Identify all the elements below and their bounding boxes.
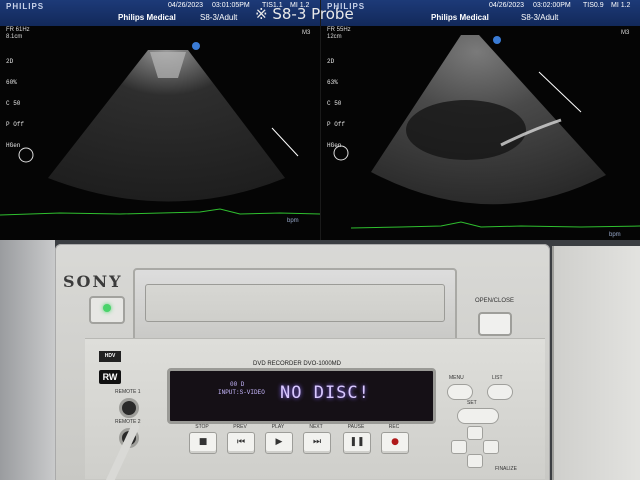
ecg-trace (350, 221, 640, 229)
play-label: PLAY (271, 424, 285, 430)
ultrasound-image-right (333, 35, 640, 229)
list-label: LIST (492, 375, 503, 381)
set-label: SET (467, 400, 477, 406)
ultrasound-screen-right: PHILIPS 04/26/2023 03:02:00PM TIS0.9 MI … (321, 0, 640, 240)
menu-label: MENU (449, 375, 464, 381)
dpad-up[interactable] (467, 426, 483, 440)
dpad-right[interactable] (483, 440, 499, 454)
prev-label: PREV (233, 424, 247, 430)
bpm-label: bpm (287, 218, 299, 224)
probe-orientation-icon (18, 147, 34, 163)
menu-button[interactable] (447, 384, 473, 400)
stop-button[interactable]: ■ (189, 432, 217, 454)
dpad-down[interactable] (467, 454, 483, 468)
record-icon: ● (391, 437, 399, 447)
set-button[interactable] (457, 408, 499, 424)
prev-icon: ⏮ (236, 437, 246, 447)
orientation-marker (192, 42, 200, 50)
ultrasound-image-left (0, 42, 320, 216)
stop-label: STOP (195, 424, 209, 430)
rec-label: REC (388, 424, 400, 430)
ultrasound-screen-left: PHILIPS 04/26/2023 03:01:05PM TIS1.1 MI … (0, 0, 320, 240)
power-led-icon (103, 304, 111, 312)
orientation-marker (493, 36, 501, 44)
probe-orientation-icon (333, 145, 349, 161)
dpad-left[interactable] (451, 440, 467, 454)
disc-tray-door (145, 284, 445, 322)
display-input: INPUT:S-VIDEO (218, 389, 265, 396)
bpm-label: bpm (609, 232, 621, 238)
finalize-label: FINALIZE (495, 466, 517, 472)
side-equipment (552, 246, 640, 480)
prev-button[interactable]: ⏮ (227, 432, 255, 454)
hdv-logo: HDV (99, 351, 121, 362)
list-button[interactable] (487, 384, 513, 400)
ecg-trace (0, 208, 320, 216)
remote1-jack[interactable] (119, 398, 139, 418)
sony-logo: SONY (63, 272, 123, 291)
next-icon: ⏭ (312, 437, 322, 447)
dvd-recorder-photo: SONY OPEN/CLOSE HDV RW REMOTE 1 REMOTE 2… (0, 240, 640, 480)
stop-icon: ■ (198, 437, 208, 447)
next-button[interactable]: ⏭ (303, 432, 331, 454)
rw-logo: RW (99, 370, 121, 384)
pause-label: PAUSE (347, 424, 365, 430)
rec-button[interactable]: ● (381, 432, 409, 454)
pause-button[interactable]: ❚❚ (343, 432, 371, 454)
play-button[interactable]: ▶ (265, 432, 293, 454)
display-counter: 00 D (230, 381, 245, 388)
open-close-button[interactable] (478, 312, 512, 336)
display-message: NO DISC! (280, 383, 370, 403)
play-icon: ▶ (275, 437, 283, 447)
remote1-label: REMOTE 1 (115, 389, 141, 395)
left-equipment (0, 240, 55, 480)
pause-icon: ❚❚ (349, 437, 365, 447)
power-button[interactable] (89, 296, 125, 324)
probe-annotation: ※ S8-3 Probe (255, 5, 354, 23)
next-label: NEXT (309, 424, 323, 430)
model-label: DVD RECORDER DVO-1000MD (253, 361, 342, 367)
vfd-display: 00 D INPUT:S-VIDEO NO DISC! (167, 368, 436, 424)
open-close-label: OPEN/CLOSE (475, 298, 515, 304)
disc-tray (133, 268, 457, 342)
